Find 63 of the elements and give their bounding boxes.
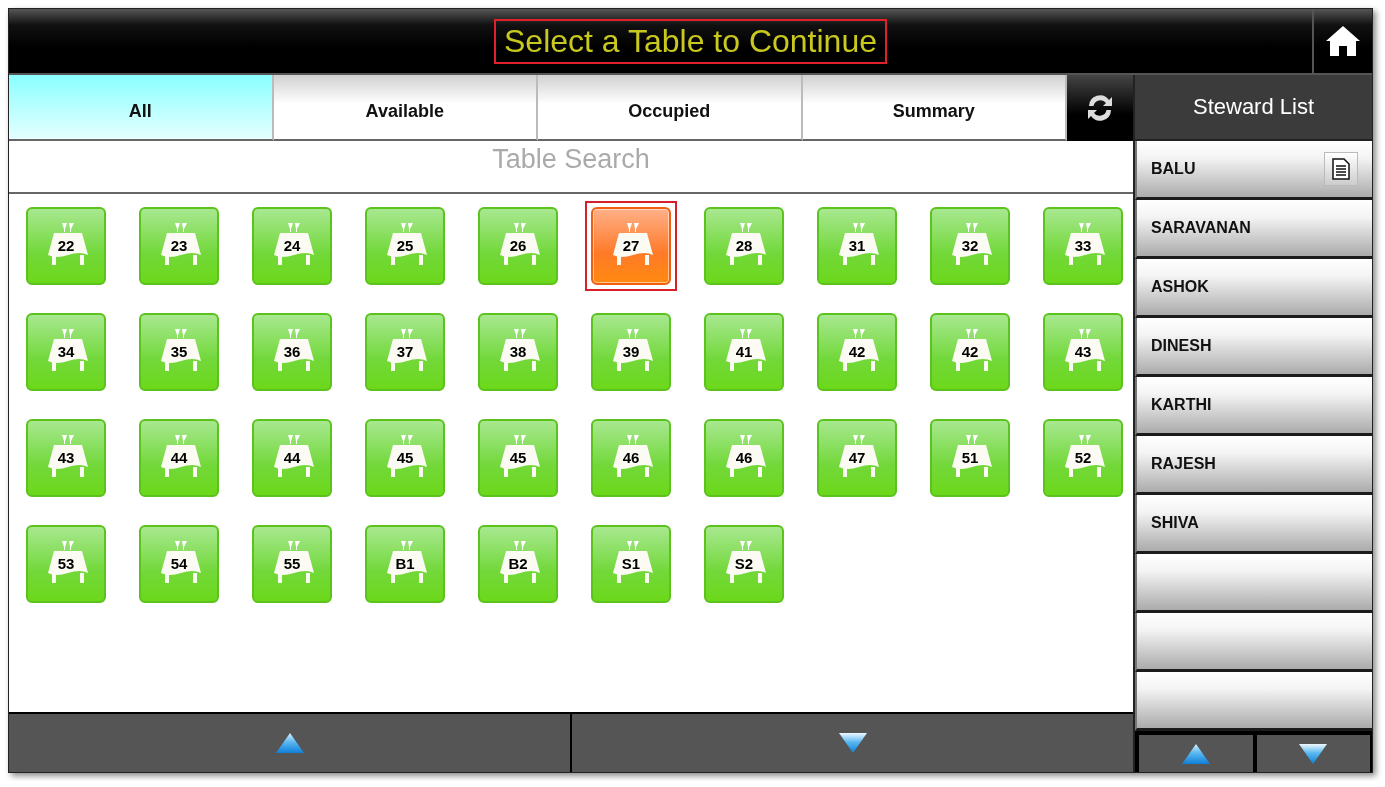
table-tile[interactable]: 52 <box>1043 419 1123 497</box>
empty-steward-slot[interactable] <box>1135 613 1372 672</box>
table-tile[interactable]: 43 <box>1043 313 1123 391</box>
table-tile[interactable]: S2 <box>704 525 784 603</box>
table-tile[interactable]: 37 <box>365 313 445 391</box>
table-tile[interactable]: 47 <box>817 419 897 497</box>
filter-tab[interactable]: Summary <box>802 75 1067 141</box>
steward-down-button[interactable] <box>1256 735 1370 772</box>
table-tile[interactable]: 46 <box>591 419 671 497</box>
table-tile[interactable]: 41 <box>704 313 784 391</box>
table-tile[interactable]: 24 <box>252 207 332 285</box>
table-tile[interactable]: 38 <box>478 313 558 391</box>
filter-tab[interactable]: Available <box>273 75 538 141</box>
filter-tab[interactable]: All <box>9 75 274 141</box>
table-tile[interactable]: 43 <box>26 419 106 497</box>
table-tile[interactable]: 51 <box>930 419 1010 497</box>
down-arrow-icon <box>1298 742 1329 765</box>
table-tile[interactable]: 28 <box>704 207 784 285</box>
table-tile[interactable]: 45 <box>478 419 558 497</box>
table-tile[interactable]: 42 <box>930 313 1010 391</box>
refresh-button[interactable] <box>1067 75 1133 141</box>
table-tile[interactable]: 33 <box>1043 207 1123 285</box>
table-tile[interactable]: 23 <box>139 207 219 285</box>
table-tile[interactable]: 54 <box>139 525 219 603</box>
steward-item[interactable]: DINESH <box>1135 318 1372 377</box>
empty-steward-slot[interactable] <box>1135 554 1372 613</box>
table-tile[interactable]: 22 <box>26 207 106 285</box>
steward-item[interactable]: KARTHI <box>1135 377 1372 436</box>
table-tile[interactable]: 53 <box>26 525 106 603</box>
steward-list-title: Steward List <box>1135 75 1372 141</box>
table-tile[interactable]: 32 <box>930 207 1010 285</box>
table-tile[interactable]: B1 <box>365 525 445 603</box>
table-tile[interactable]: 36 <box>252 313 332 391</box>
up-arrow-icon <box>1180 742 1211 765</box>
filter-tab[interactable]: Occupied <box>538 75 803 141</box>
table-tile[interactable]: 46 <box>704 419 784 497</box>
table-tile[interactable]: 55 <box>252 525 332 603</box>
table-tile[interactable]: 34 <box>26 313 106 391</box>
table-tile[interactable]: S1 <box>591 525 671 603</box>
screen-title: Select a Table to Continue <box>494 18 887 64</box>
table-tile[interactable]: 35 <box>139 313 219 391</box>
steward-item[interactable]: BALU <box>1135 141 1372 200</box>
table-tile[interactable]: 25 <box>365 207 445 285</box>
document-icon <box>1332 158 1350 180</box>
table-tile[interactable]: 39 <box>591 313 671 391</box>
home-icon <box>1324 24 1362 58</box>
table-tile[interactable]: 44 <box>139 419 219 497</box>
notes-button[interactable] <box>1324 152 1358 186</box>
table-search-field[interactable]: Table Search <box>9 141 1133 194</box>
table-tile[interactable]: 31 <box>817 207 897 285</box>
steward-item[interactable]: ASHOK <box>1135 259 1372 318</box>
down-arrow-icon <box>837 732 868 754</box>
table-tile[interactable]: 42 <box>817 313 897 391</box>
steward-item[interactable]: SHIVA <box>1135 495 1372 554</box>
table-tile[interactable]: 45 <box>365 419 445 497</box>
table-tile[interactable]: 26 <box>478 207 558 285</box>
table-tile[interactable]: 44 <box>252 419 332 497</box>
steward-item[interactable]: SARAVANAN <box>1135 200 1372 259</box>
steward-item[interactable]: RAJESH <box>1135 436 1372 495</box>
table-tile[interactable]: 27 <box>591 207 671 285</box>
empty-steward-slot[interactable] <box>1135 672 1372 731</box>
table-tile[interactable]: B2 <box>478 525 558 603</box>
up-arrow-icon <box>274 732 305 754</box>
